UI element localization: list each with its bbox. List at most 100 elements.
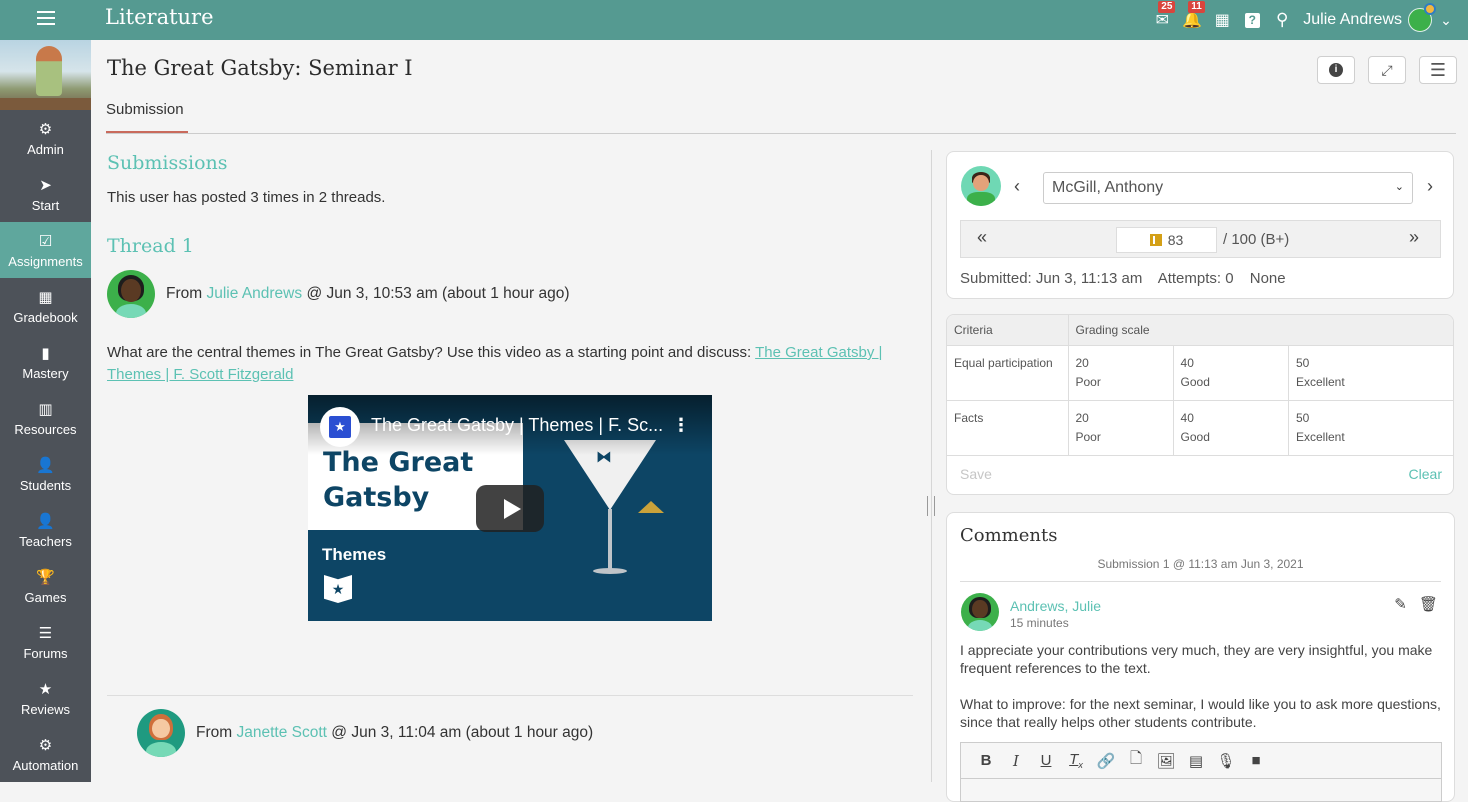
first-submission-icon[interactable]: « — [977, 227, 987, 248]
sidebar-item-admin[interactable]: ⚙ Admin — [0, 110, 91, 166]
sidebar-item-reviews[interactable]: ★ Reviews — [0, 670, 91, 726]
comment-author[interactable]: Andrews, Julie — [1010, 598, 1101, 614]
rubric-card: Criteria Grading scale Equal participati… — [946, 314, 1454, 495]
trash-icon[interactable]: 🗑 — [1419, 596, 1438, 613]
italic-icon[interactable]: I — [1001, 752, 1031, 770]
rubric-level-cell[interactable]: 40 Good — [1173, 400, 1289, 456]
sidebar-item-forums[interactable]: ☰ Forums — [0, 614, 91, 670]
hamburger-icon: ☰ — [1429, 59, 1447, 80]
gear-icon: ⚙ — [38, 120, 53, 138]
list-icon: ☰ — [38, 624, 53, 642]
panel-divider — [931, 150, 932, 782]
chevron-down-icon[interactable]: ⌄ — [1432, 12, 1460, 29]
comment-avatar — [961, 593, 999, 631]
calendar-button[interactable]: ▦ — [1211, 9, 1233, 31]
sidebar-item-automation[interactable]: ⚙ Automation — [0, 726, 91, 782]
criterion-name: Equal participation — [947, 345, 1069, 401]
microphone-icon[interactable]: 🎙 — [1211, 752, 1241, 770]
video-embed[interactable]: The Great Gatsby ⧓ ★ The Great Gatsby | T… — [308, 395, 712, 621]
options-menu-button[interactable]: ☰ — [1419, 56, 1457, 84]
search-icon: ⚲ — [1276, 10, 1289, 29]
attempts-count: Attempts: 0 — [1157, 270, 1234, 287]
comment-paragraph: What to improve: for the next seminar, I… — [960, 696, 1441, 730]
link-icon[interactable]: 🔗 — [1091, 752, 1121, 770]
author-link[interactable]: Julie Andrews — [206, 285, 302, 303]
comment-editor[interactable]: B I U Tx 🔗 🗋 🖼 ▤ 🎙 ■ — [960, 742, 1442, 802]
play-button-icon[interactable] — [476, 485, 544, 532]
chevron-down-icon: ⌄ — [1394, 181, 1404, 193]
author-link[interactable]: Janette Scott — [236, 724, 326, 742]
file-icon[interactable]: 🗋 — [1121, 748, 1151, 773]
info-button[interactable]: i — [1317, 56, 1355, 84]
post-timestamp: @ Jun 3, 10:53 am (about 1 hour ago) — [306, 285, 570, 302]
table-icon[interactable]: ▤ — [1181, 752, 1211, 770]
last-submission-icon[interactable]: » — [1409, 227, 1419, 248]
sidebar-item-label: Students — [19, 477, 72, 493]
sidebar-item-teachers[interactable]: 👤 Teachers — [0, 502, 91, 558]
notifications-button[interactable]: 🔔 11 — [1181, 1, 1205, 31]
from-label: From — [196, 724, 233, 741]
teacher-icon: 👤 — [36, 512, 55, 530]
save-button[interactable]: Save — [960, 466, 992, 482]
bell-icon: 🔔 — [1182, 12, 1203, 29]
sidebar-item-label: Assignments — [8, 253, 83, 269]
tab-submission[interactable]: Submission — [106, 101, 188, 134]
sidebar: ⚙ Admin ➤ Start ☑ Assignments ▦ Gradebook ▮ Maste… — [0, 40, 91, 782]
gradebook-icon — [1149, 234, 1162, 246]
bold-icon[interactable]: B — [971, 752, 1001, 769]
bar-chart-icon: ▮ — [41, 344, 50, 362]
comments-heading: Comments — [960, 525, 1058, 546]
sidebar-item-mastery[interactable]: ▮ Mastery — [0, 334, 91, 390]
next-student-icon[interactable]: › — [1427, 176, 1433, 197]
user-avatar[interactable] — [1408, 3, 1436, 32]
level-points: 50 — [1295, 410, 1310, 425]
image-icon[interactable]: 🖼 — [1151, 752, 1181, 770]
rubric-level-cell[interactable]: 20 Poor — [1068, 345, 1174, 401]
books-icon: ▥ — [38, 400, 53, 418]
sidebar-item-resources[interactable]: ▥ Resources — [0, 390, 91, 446]
more-options-icon[interactable]: ⋮ — [672, 415, 690, 436]
sidebar-item-label: Start — [31, 197, 60, 213]
trophy-icon: 🏆 — [36, 568, 55, 586]
sidebar-item-gradebook[interactable]: ▦ Gradebook — [0, 278, 91, 334]
video-camera-icon[interactable]: ■ — [1241, 752, 1271, 769]
menu-toggle-icon[interactable] — [37, 11, 55, 25]
help-button[interactable]: ? — [1241, 9, 1263, 31]
sidebar-item-label: Teachers — [19, 533, 72, 549]
clear-format-icon[interactable]: Tx — [1061, 751, 1091, 770]
rubric-row: Facts 20 Poor 40 Good 50 Excellent — [947, 400, 1453, 456]
edit-pencil-icon[interactable]: ✎ — [1394, 596, 1407, 613]
score-input[interactable]: 83 — [1116, 227, 1217, 253]
resize-handle[interactable] — [927, 496, 935, 516]
previous-student-icon[interactable]: ‹ — [1014, 176, 1020, 197]
user-name[interactable]: Julie Andrews — [1303, 11, 1402, 29]
thread-heading: Thread 1 — [107, 235, 194, 257]
avatar — [107, 270, 155, 318]
notifications-badge: 11 — [1188, 1, 1205, 13]
channel-logo-icon[interactable]: ★ — [320, 407, 360, 447]
rubric-level-cell[interactable]: 50 Excellent — [1288, 400, 1453, 456]
selected-student: McGill, Anthony — [1052, 179, 1164, 196]
level-points: 50 — [1295, 355, 1310, 370]
rubric-level-cell[interactable]: 50 Excellent — [1288, 345, 1453, 401]
clear-button[interactable]: Clear — [1409, 466, 1442, 482]
rubric-level-cell[interactable]: 20 Poor — [1068, 400, 1174, 456]
tab-label: Submission — [106, 101, 184, 118]
grade-bar: « 83 / 100 (B+) » — [960, 220, 1441, 258]
video-title[interactable]: The Great Gatsby | Themes | F. Sc... — [371, 415, 663, 436]
video-section-label: Themes — [322, 545, 387, 564]
sidebar-item-games[interactable]: 🏆 Games — [0, 558, 91, 614]
search-button[interactable]: ⚲ — [1271, 9, 1293, 31]
messages-button[interactable]: ✉ 25 — [1151, 1, 1176, 31]
calendar-icon: ▦ — [1214, 12, 1230, 29]
underline-icon[interactable]: U — [1031, 752, 1061, 769]
fullscreen-button[interactable]: ⤢ — [1368, 56, 1406, 84]
sidebar-item-start[interactable]: ➤ Start — [0, 166, 91, 222]
post-header: From Janette Scott @ Jun 3, 11:04 am (ab… — [137, 709, 593, 757]
sidebar-item-students[interactable]: 👤 Students — [0, 446, 91, 502]
comment-time: 15 minutes — [1010, 616, 1069, 630]
rubric-level-cell[interactable]: 40 Good — [1173, 345, 1289, 401]
student-select[interactable]: McGill, Anthony ⌄ — [1043, 172, 1413, 204]
level-label: Excellent — [1295, 429, 1345, 444]
sidebar-item-assignments[interactable]: ☑ Assignments — [0, 222, 91, 278]
